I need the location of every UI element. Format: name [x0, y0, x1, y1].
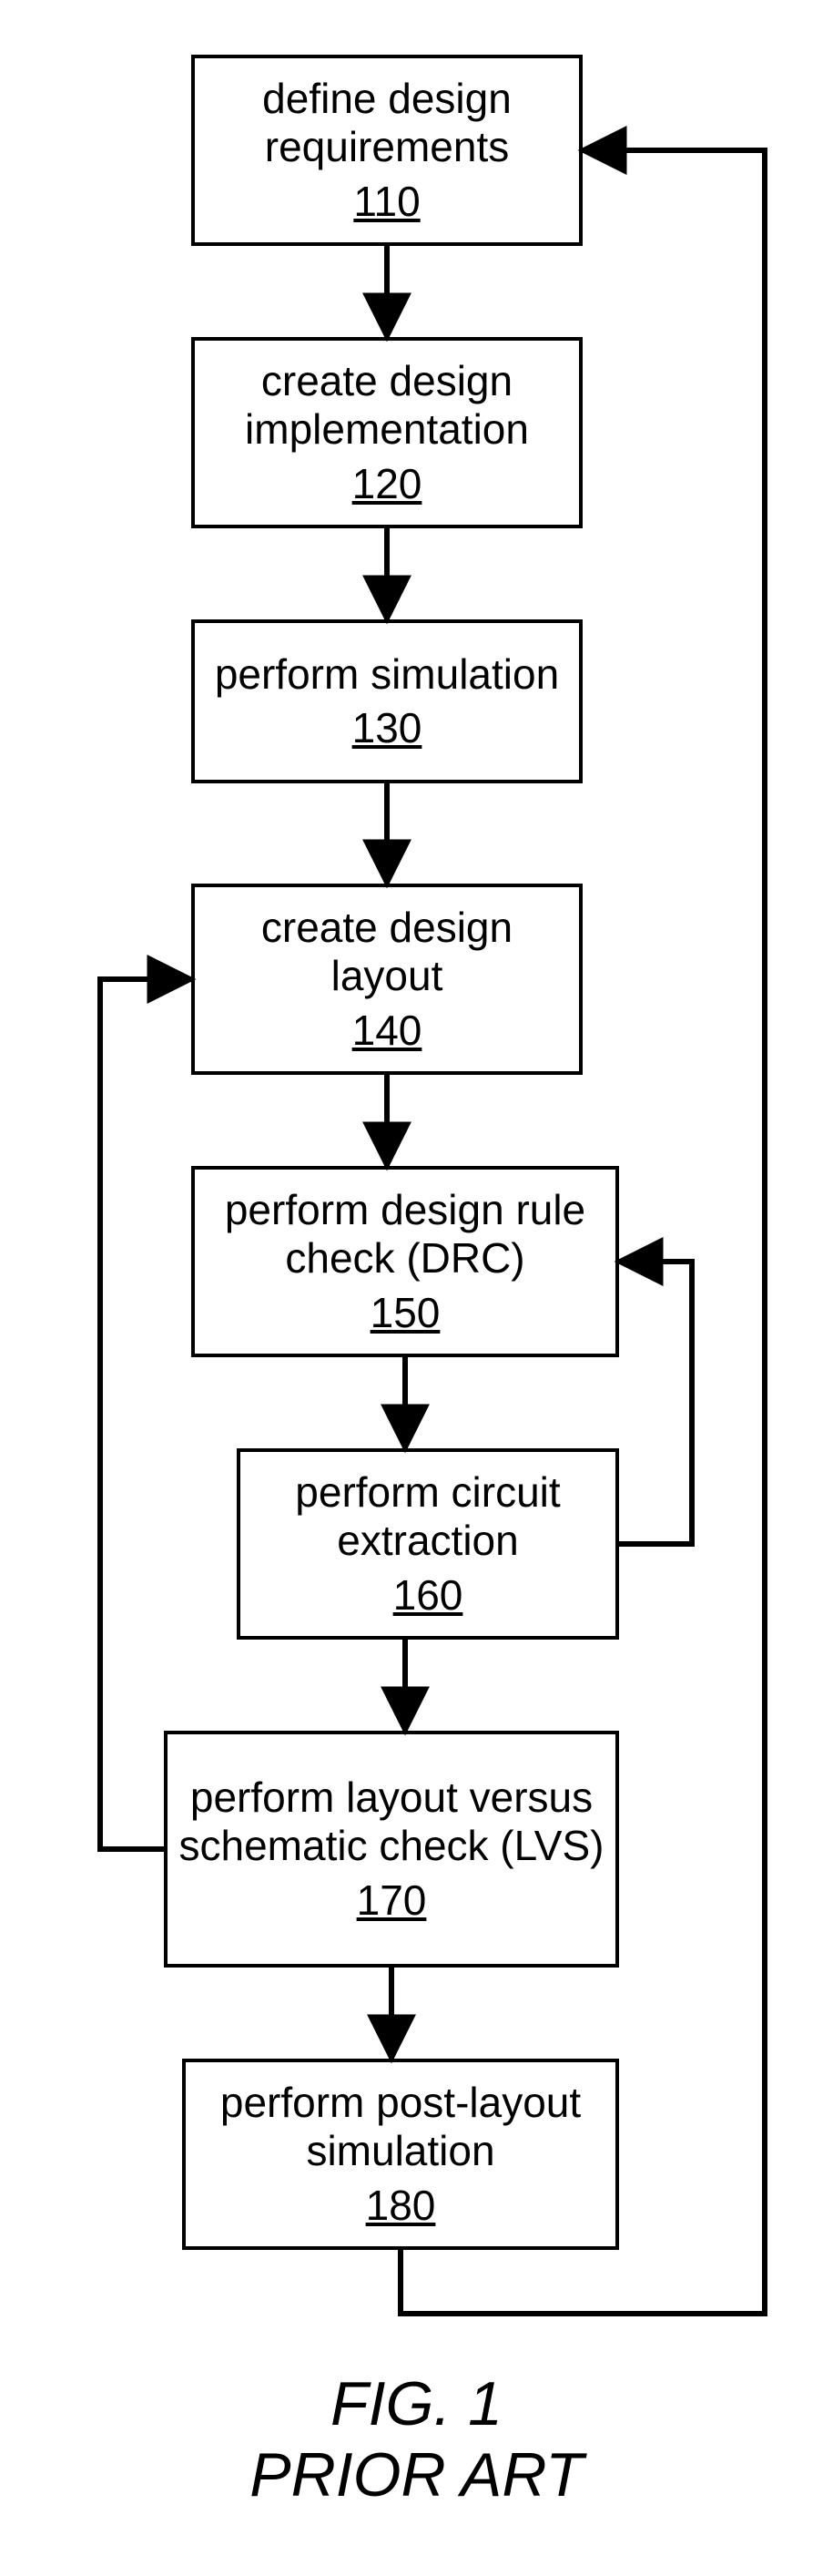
step-150-num: 150	[371, 1288, 441, 1337]
step-180: perform post-layout simulation 180	[182, 2059, 619, 2250]
step-160-num: 160	[393, 1570, 463, 1620]
flowchart-canvas: define design requirements 110 create de…	[0, 0, 833, 2576]
step-130-num: 130	[352, 703, 422, 752]
step-170: perform layout versus schematic check (L…	[164, 1731, 619, 1968]
step-170-num: 170	[357, 1876, 427, 1925]
step-150-label: perform design rule check (DRC)	[202, 1186, 608, 1283]
step-180-label: perform post-layout simulation	[193, 2079, 608, 2175]
step-110-label: define design requirements	[202, 75, 572, 171]
figure-caption: FIG. 1 PRIOR ART	[0, 2368, 833, 2510]
step-160: perform circuit extraction 160	[237, 1448, 619, 1640]
step-170-label: perform layout versus schematic check (L…	[175, 1774, 608, 1870]
step-110-num: 110	[353, 177, 420, 226]
figure-caption-line1: FIG. 1	[0, 2368, 833, 2439]
step-130-label: perform simulation	[215, 650, 559, 699]
step-140-label: create design layout	[202, 904, 572, 1000]
step-150: perform design rule check (DRC) 150	[191, 1166, 619, 1357]
figure-caption-line2: PRIOR ART	[0, 2439, 833, 2510]
step-140: create design layout 140	[191, 884, 583, 1075]
feedback-170-140	[100, 979, 191, 1849]
step-120-label: create design implementation	[202, 357, 572, 454]
step-110: define design requirements 110	[191, 55, 583, 246]
step-130: perform simulation 130	[191, 619, 583, 783]
step-180-num: 180	[366, 2181, 436, 2230]
step-120: create design implementation 120	[191, 337, 583, 528]
step-160-label: perform circuit extraction	[248, 1468, 608, 1565]
feedback-160-150	[619, 1262, 692, 1544]
step-120-num: 120	[352, 459, 422, 508]
step-140-num: 140	[352, 1006, 422, 1055]
